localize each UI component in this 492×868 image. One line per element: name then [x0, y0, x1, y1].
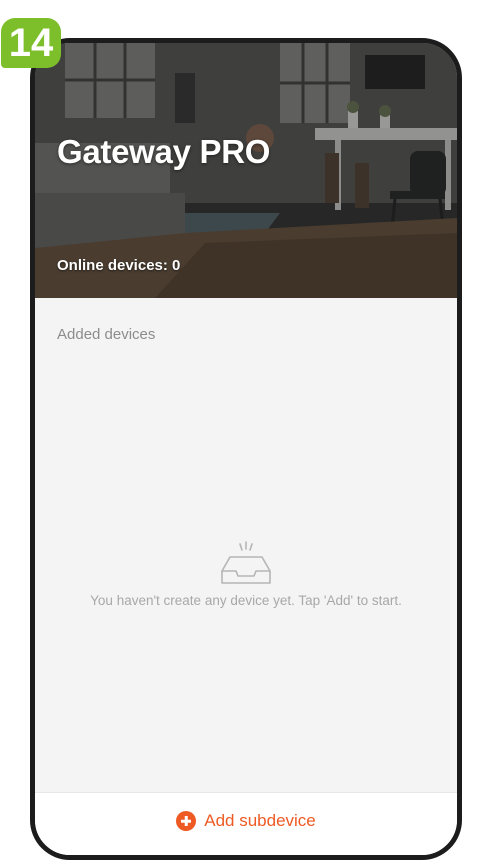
gateway-title: Gateway PRO — [57, 133, 271, 170]
plus-circle-icon — [176, 811, 197, 831]
gateway-header: Gateway PRO Online devices: 0 — [35, 43, 457, 298]
step-number-badge: 14 — [1, 18, 61, 68]
bottom-action-bar: Add subdevice — [35, 792, 457, 855]
add-subdevice-label: Add subdevice — [204, 811, 316, 830]
empty-inbox-icon — [221, 541, 271, 584]
empty-device-list: You haven't create any device yet. Tap '… — [35, 541, 457, 608]
add-subdevice-button[interactable]: Add subdevice — [176, 811, 316, 831]
phone-screen: Gateway PRO Online devices: 0 Added devi… — [30, 38, 462, 860]
online-devices-count: Online devices: 0 — [57, 257, 181, 274]
instruction-step: 14 Gateway PRO Online devices: 0 Added d… — [0, 0, 492, 868]
added-devices-label: Added devices — [57, 326, 156, 343]
empty-state-message: You haven't create any device yet. Tap '… — [90, 593, 402, 608]
